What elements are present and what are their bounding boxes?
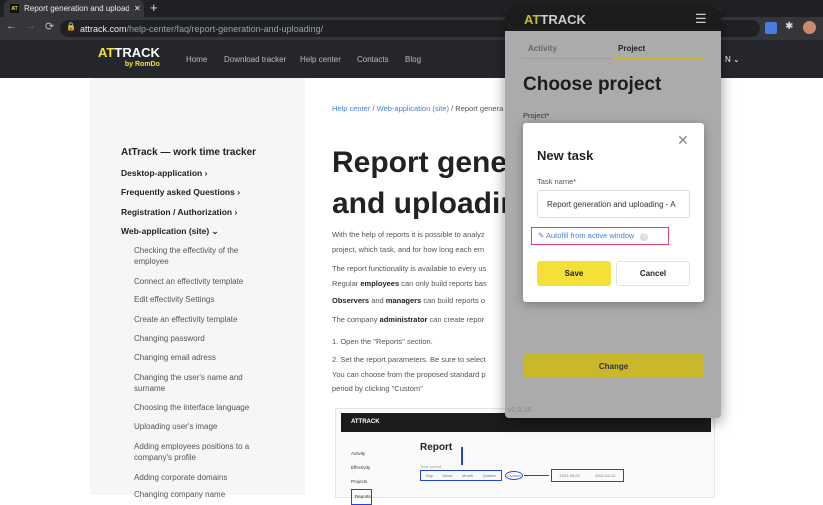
breadcrumb: Help center / Web-application (site) / R… — [332, 104, 504, 113]
new-tab-button[interactable]: + — [150, 0, 158, 15]
date-range: 2021-04-01 2021-04-12 — [551, 469, 624, 482]
paragraph: The company administrator can create rep… — [332, 315, 485, 324]
menu-blog[interactable]: Blog — [405, 55, 421, 64]
sidebar-item[interactable]: Choosing the interface language — [134, 402, 269, 413]
sidebar-item[interactable]: Create an effectivity template — [134, 314, 269, 325]
breadcrumb-link[interactable]: Help center — [332, 104, 370, 113]
sidebar-section[interactable]: Desktop-application › — [121, 168, 207, 178]
sidebar-item[interactable]: Changing password — [134, 333, 269, 344]
sidebar-item[interactable]: Changing email adress — [134, 352, 269, 363]
popup-logo: ATTRACK — [524, 12, 586, 27]
new-task-modal: ✕ New task Task name* Report generation … — [523, 123, 704, 302]
menu-help-center[interactable]: Help center — [300, 55, 341, 64]
back-icon[interactable]: ← — [6, 20, 17, 32]
arrow-icon — [461, 447, 463, 465]
report-screenshot: ATTRACK Activity Effectivity Projects Repor… — [335, 408, 715, 505]
menu-home[interactable]: Home — [186, 55, 207, 64]
screenshot-title: Report — [420, 442, 453, 453]
sidebar-section[interactable]: Web-application (site) ⌄ — [121, 226, 219, 237]
choose-project-heading: Choose project — [523, 74, 662, 95]
paragraph: Observers and managers can build reports… — [332, 296, 486, 305]
sidebar-item[interactable]: Connect an effectivity template — [134, 276, 269, 287]
sidebar-item[interactable]: Adding employees positions to a company'… — [134, 441, 269, 463]
translate-extension-icon[interactable] — [765, 22, 777, 34]
menu-contacts[interactable]: Contacts — [357, 55, 389, 64]
help-icon[interactable]: ? — [640, 233, 649, 241]
browser-tab[interactable]: AT Report generation and uploadi ✕ — [4, 0, 144, 17]
favicon-icon: AT — [10, 4, 19, 13]
extensions-icon[interactable]: ✱ — [785, 21, 793, 32]
modal-title: New task — [537, 148, 594, 163]
menu-download[interactable]: Download tracker — [224, 55, 286, 64]
sidebar-item[interactable]: Changing the user's name and surname — [134, 372, 269, 394]
lock-icon: 🔒 — [66, 22, 76, 31]
step: 1. Open the "Reports" section. — [332, 337, 433, 346]
change-button[interactable]: Change — [523, 354, 704, 378]
tab-activity[interactable]: Activity — [528, 44, 557, 53]
language-selector[interactable]: N ⌄ — [725, 55, 740, 64]
sidebar-item[interactable]: Edit effectivity Settings — [134, 294, 269, 305]
step: 2. Set the report parameters. Be sure to… — [332, 355, 486, 393]
cancel-button[interactable]: Cancel — [616, 261, 690, 286]
sidebar-item[interactable]: Checking the effectivity of the employee — [134, 245, 269, 267]
tab-project[interactable]: Project — [613, 39, 704, 59]
project-label: Project* — [523, 111, 550, 120]
close-icon[interactable]: ✕ — [677, 132, 689, 149]
forward-icon[interactable]: → — [25, 20, 36, 32]
sidebar-title: AtTrack — work time tracker — [121, 147, 257, 158]
version-label: v2.3.18 — [508, 407, 531, 414]
arrow-icon — [524, 475, 549, 476]
paragraph: With the help of reports it is possible … — [332, 230, 485, 254]
paragraph: The report functionality is available to… — [332, 264, 487, 288]
custom-period: Custom — [505, 471, 523, 480]
task-name-label: Task name* — [537, 177, 577, 186]
screenshot-label: Time period — [420, 464, 441, 469]
sidebar-section[interactable]: Registration / Authorization › — [121, 207, 237, 217]
screenshot-nav: Activity Effectivity Projects Reports — [351, 447, 372, 505]
avatar[interactable] — [803, 21, 816, 34]
period-selector: Day Week Month Quarter — [420, 470, 502, 481]
breadcrumb-link[interactable]: Web-application (site) — [377, 104, 449, 113]
autofill-link[interactable]: ✎ Autofill from active window ? — [531, 227, 669, 245]
attrack-extension-popup: ATTRACK ☰ Activity Project Choose projec… — [505, 8, 721, 418]
pencil-icon: ✎ — [538, 231, 545, 240]
sidebar-item[interactable]: Adding corporate domains — [134, 472, 269, 483]
sidebar-section[interactable]: Frequently asked Questions › — [121, 187, 240, 197]
sidebar-item[interactable]: Uploading user's image — [134, 421, 269, 432]
hamburger-menu-icon[interactable]: ☰ — [695, 11, 707, 27]
site-logo[interactable]: ATTRACK by RomDo — [98, 46, 160, 71]
save-button[interactable]: Save — [537, 261, 611, 286]
close-tab-icon[interactable]: ✕ — [134, 4, 141, 13]
popup-header: ATTRACK ☰ — [505, 8, 721, 31]
task-name-input[interactable]: Report generation and uploading - A — [537, 190, 690, 218]
reload-icon[interactable]: ⟳ — [45, 20, 54, 33]
